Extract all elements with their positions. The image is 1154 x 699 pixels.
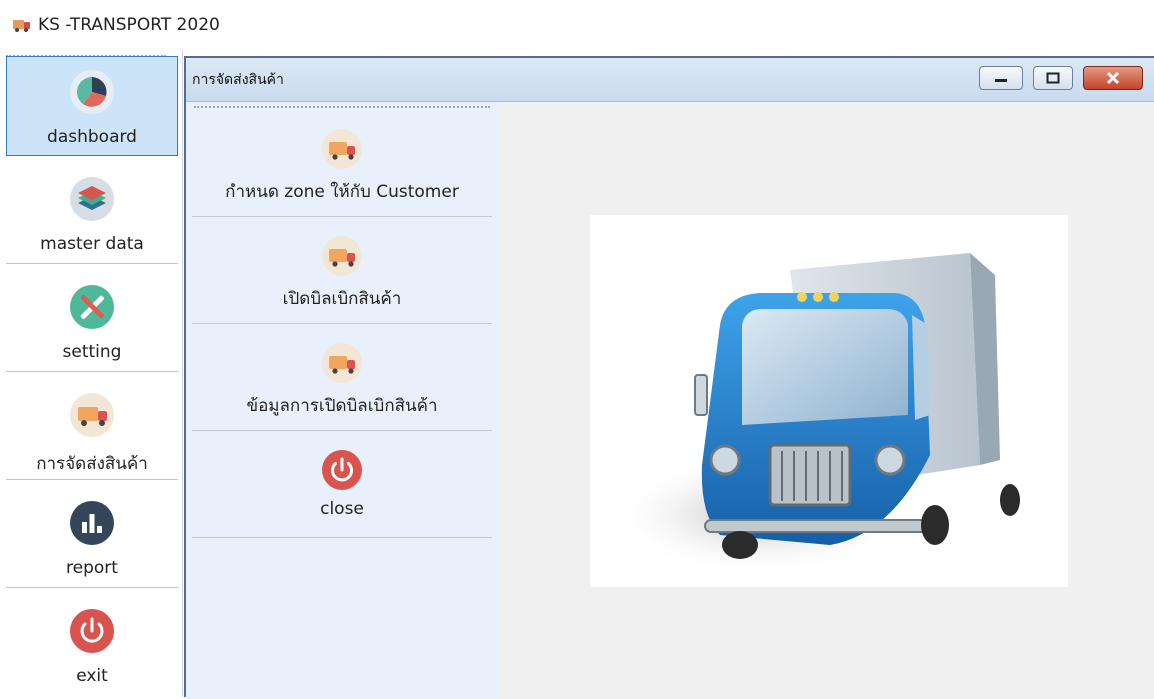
sidebar-item-label: setting xyxy=(62,342,122,362)
menu-item-label: เปิดบิลเบิกสินค้า xyxy=(282,289,402,309)
menu-item-label: ข้อมูลการเปิดบิลเบิกสินค้า xyxy=(246,396,438,416)
menu-item-bill-data[interactable]: ข้อมูลการเปิดบิลเบิกสินค้า xyxy=(192,324,492,431)
bar-chart-icon xyxy=(70,501,114,545)
tools-icon xyxy=(70,285,114,329)
menu-grip xyxy=(194,106,490,108)
menu-panel: กำหนด zone ให้กับ Customer เปิดบิลเบิกสิ… xyxy=(186,102,497,699)
menu-item-label: กำหนด zone ให้กับ Customer xyxy=(225,182,459,202)
app-logo-icon xyxy=(13,20,30,32)
pie-chart-icon xyxy=(70,70,114,114)
sidebar-item-master-data[interactable]: master data xyxy=(6,164,178,264)
close-icon xyxy=(1106,71,1120,85)
truck-icon xyxy=(322,236,362,276)
close-window-button[interactable] xyxy=(1083,66,1143,90)
window-titlebar[interactable]: การจัดส่งสินค้า xyxy=(186,58,1154,102)
sidebar-item-report[interactable]: report xyxy=(6,488,178,588)
sidebar-item-delivery[interactable]: การจัดส่งสินค้า xyxy=(6,380,178,480)
sidebar-item-label: dashboard xyxy=(47,127,137,147)
truck-illustration xyxy=(590,215,1068,587)
maximize-icon xyxy=(1046,72,1060,84)
layers-icon xyxy=(70,177,114,221)
app-title: KS -TRANSPORT 2020 xyxy=(38,15,220,35)
sidebar-item-setting[interactable]: setting xyxy=(6,272,178,372)
sidebar-item-label: การจัดส่งสินค้า xyxy=(36,454,148,474)
sidebar-item-dashboard[interactable]: dashboard xyxy=(6,56,178,156)
menu-item-open-bill[interactable]: เปิดบิลเบิกสินค้า xyxy=(192,217,492,324)
sidebar-item-label: exit xyxy=(76,666,108,686)
power-icon xyxy=(322,450,362,490)
sidebar: dashboard master data setting การจัดส่งส… xyxy=(0,50,183,697)
menu-item-close[interactable]: close xyxy=(192,431,492,538)
window-title: การจัดส่งสินค้า xyxy=(192,71,284,88)
content-area xyxy=(497,102,1154,699)
menu-item-assign-zone[interactable]: กำหนด zone ให้กับ Customer xyxy=(192,110,492,217)
sidebar-item-exit[interactable]: exit xyxy=(6,596,178,696)
minimize-icon xyxy=(995,79,1007,82)
sidebar-item-label: master data xyxy=(40,234,144,254)
sidebar-item-label: report xyxy=(66,558,118,578)
maximize-button[interactable] xyxy=(1033,66,1073,90)
minimize-button[interactable] xyxy=(979,66,1023,90)
menu-item-label: close xyxy=(320,499,364,519)
delivery-truck-image xyxy=(610,253,1020,575)
app-titlebar: KS -TRANSPORT 2020 xyxy=(0,0,1154,50)
truck-icon xyxy=(70,393,114,437)
truck-icon xyxy=(322,343,362,383)
power-icon xyxy=(70,609,114,653)
delivery-window: การจัดส่งสินค้า กำหนด zone ให้กับ Custom… xyxy=(184,56,1154,699)
truck-icon xyxy=(322,129,362,169)
